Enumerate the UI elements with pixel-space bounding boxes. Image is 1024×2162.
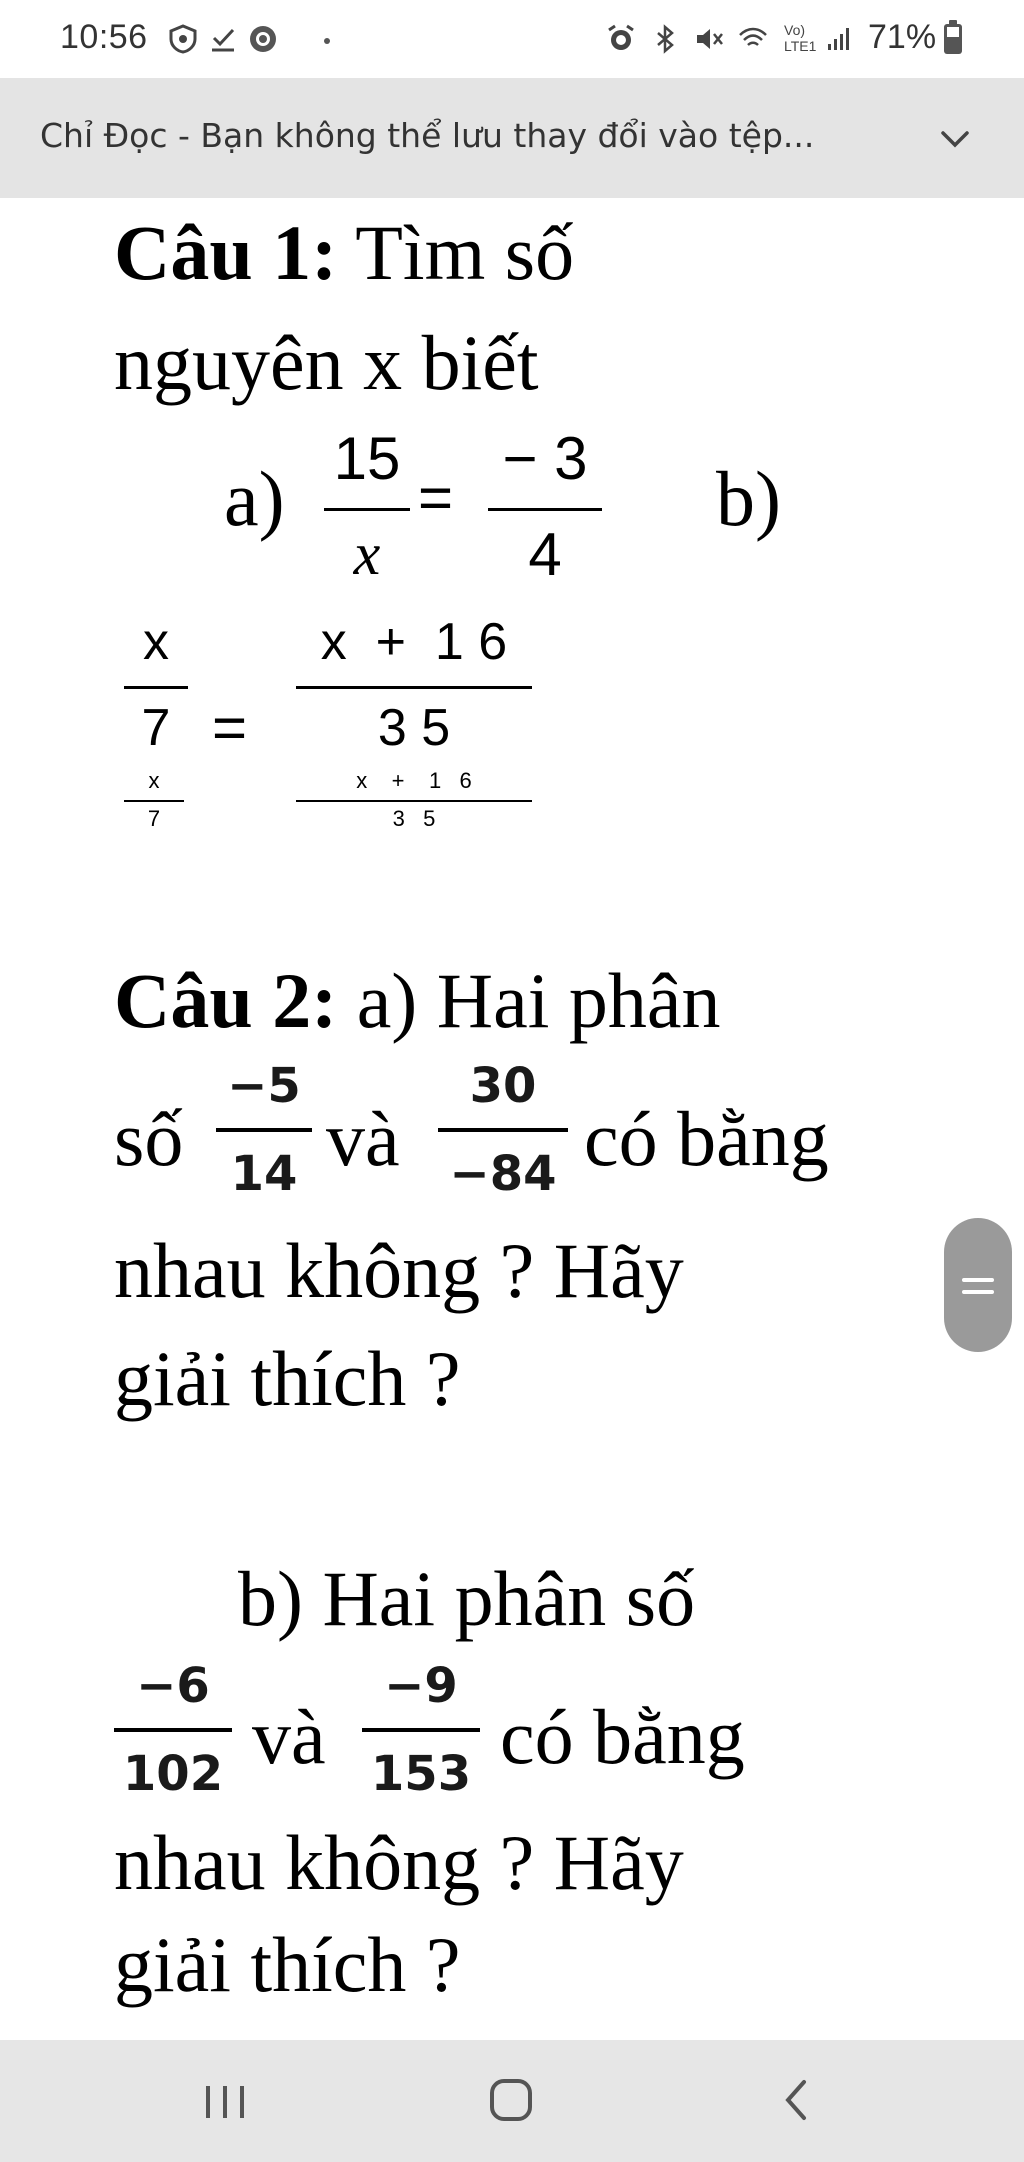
q2-and: và xyxy=(326,1095,400,1182)
bluetooth-icon xyxy=(657,24,674,54)
q2-line2-post: có bằng xyxy=(584,1095,829,1182)
eq-b-left-den: 7 xyxy=(141,699,171,757)
dot-icon xyxy=(324,38,330,44)
fraction-bar xyxy=(114,1728,232,1732)
read-only-banner[interactable]: Chỉ Đọc - Bạn không thể lưu thay đổi vào… xyxy=(0,78,1024,198)
q2-line1: Câu 2: a) Hai phân xyxy=(114,962,721,1040)
chrome-icon xyxy=(250,26,276,52)
eq-a-right-num: − 3 xyxy=(502,425,588,492)
download-done-icon xyxy=(212,28,235,52)
q2-line7: nhau không ? Hãy xyxy=(114,1819,684,1906)
eq-b-small-left-num: x xyxy=(148,768,160,793)
eq-b-right-den: 3 5 xyxy=(377,699,451,757)
scroll-handle[interactable] xyxy=(944,1218,1012,1352)
q2-frac1-den: 14 xyxy=(230,1146,298,1202)
q2-frac4-den: 153 xyxy=(370,1746,472,1802)
q2-line5: b) Hai phân số xyxy=(238,1555,696,1642)
eq-a-right-fraction: − 3 4 xyxy=(488,424,602,604)
eq-a-left-den: x xyxy=(353,521,381,587)
battery-percent: 71% xyxy=(868,18,937,56)
q2-frac1-num: −5 xyxy=(227,1058,301,1114)
alarm-icon xyxy=(608,24,634,50)
q1-label: Câu 1: xyxy=(114,209,338,296)
back-icon[interactable] xyxy=(752,2066,842,2136)
eq-a-right-den: 4 xyxy=(528,521,562,588)
eq-b-right-num: x + 1 6 xyxy=(320,613,508,671)
q2-and2: và xyxy=(252,1693,326,1780)
q1-text: Tìm số xyxy=(337,209,575,296)
shield-icon xyxy=(169,24,197,54)
eq-b-small-right-den: 3 5 xyxy=(392,806,436,831)
fraction-bar xyxy=(488,508,602,511)
signal-icon xyxy=(828,28,849,50)
q2-line8: giải thích ? xyxy=(114,1921,461,2008)
eq-b-small-right-num: x + 1 6 xyxy=(356,768,472,793)
fraction-bar xyxy=(362,1728,480,1732)
q2-frac3-den: 102 xyxy=(122,1746,224,1802)
q2-line6-post: có bằng xyxy=(500,1693,745,1780)
fraction-bar xyxy=(296,800,532,802)
q2-line2-pre: số xyxy=(114,1095,184,1182)
eq-b-small-right-fraction: x + 1 6 3 5 xyxy=(296,768,532,838)
eq-a-equals: = xyxy=(418,464,454,531)
q2-text: a) Hai phân xyxy=(337,957,721,1044)
home-icon[interactable] xyxy=(466,2066,556,2136)
battery-icon xyxy=(944,20,962,54)
status-bar: 10:56 Vo) LTE1 71% xyxy=(0,0,1024,78)
q2-frac2-den: −84 xyxy=(449,1146,557,1202)
recent-apps-icon[interactable] xyxy=(180,2066,270,2136)
status-time: 10:56 xyxy=(60,18,148,56)
wifi-icon xyxy=(739,27,767,46)
q1-line2: nguyên x biết xyxy=(114,319,539,406)
navigation-bar xyxy=(0,2040,1024,2162)
q2-frac4: −9 153 xyxy=(362,1658,480,1818)
fraction-bar xyxy=(296,686,532,689)
fraction-bar xyxy=(216,1128,312,1132)
fraction-bar xyxy=(124,686,188,689)
eq-b-left-fraction: x 7 xyxy=(124,612,188,762)
q1-line1: Câu 1: Tìm số xyxy=(114,214,574,292)
eq-a-left-fraction: 15 x xyxy=(324,424,410,604)
q1-part-b-label: b) xyxy=(716,455,781,542)
eq-a-left-num: 15 xyxy=(333,425,401,492)
q2-frac2-num: 30 xyxy=(469,1058,537,1114)
eq-b-right-fraction: x + 1 6 3 5 xyxy=(296,612,532,762)
fraction-bar xyxy=(324,508,410,511)
q2-line4: giải thích ? xyxy=(114,1335,461,1422)
q2-frac3-num: −6 xyxy=(136,1658,210,1714)
q2-frac3: −6 102 xyxy=(114,1658,232,1818)
fraction-bar xyxy=(438,1128,568,1132)
mute-icon xyxy=(697,29,723,49)
q2-frac2: 30 −84 xyxy=(438,1058,568,1218)
eq-b-left-num: x xyxy=(143,613,169,671)
q2-frac4-num: −9 xyxy=(384,1658,458,1714)
read-only-message: Chỉ Đọc - Bạn không thể lưu thay đổi vào… xyxy=(40,116,815,155)
chevron-down-icon[interactable] xyxy=(938,124,972,154)
q1-part-a-label: a) xyxy=(224,455,285,542)
q2-frac1: −5 14 xyxy=(216,1058,312,1218)
q2-line3: nhau không ? Hãy xyxy=(114,1227,684,1314)
eq-b-equals: = xyxy=(212,694,248,761)
eq-b-small-left-fraction: x 7 xyxy=(124,768,184,838)
eq-b-small-left-den: 7 xyxy=(147,806,161,831)
volte-icon: Vo) LTE1 xyxy=(784,22,817,54)
q2-label: Câu 2: xyxy=(114,957,338,1044)
fraction-bar xyxy=(124,800,184,802)
document-view[interactable]: Câu 1: Tìm số nguyên x biết a) 15 x = − … xyxy=(0,198,1024,2040)
